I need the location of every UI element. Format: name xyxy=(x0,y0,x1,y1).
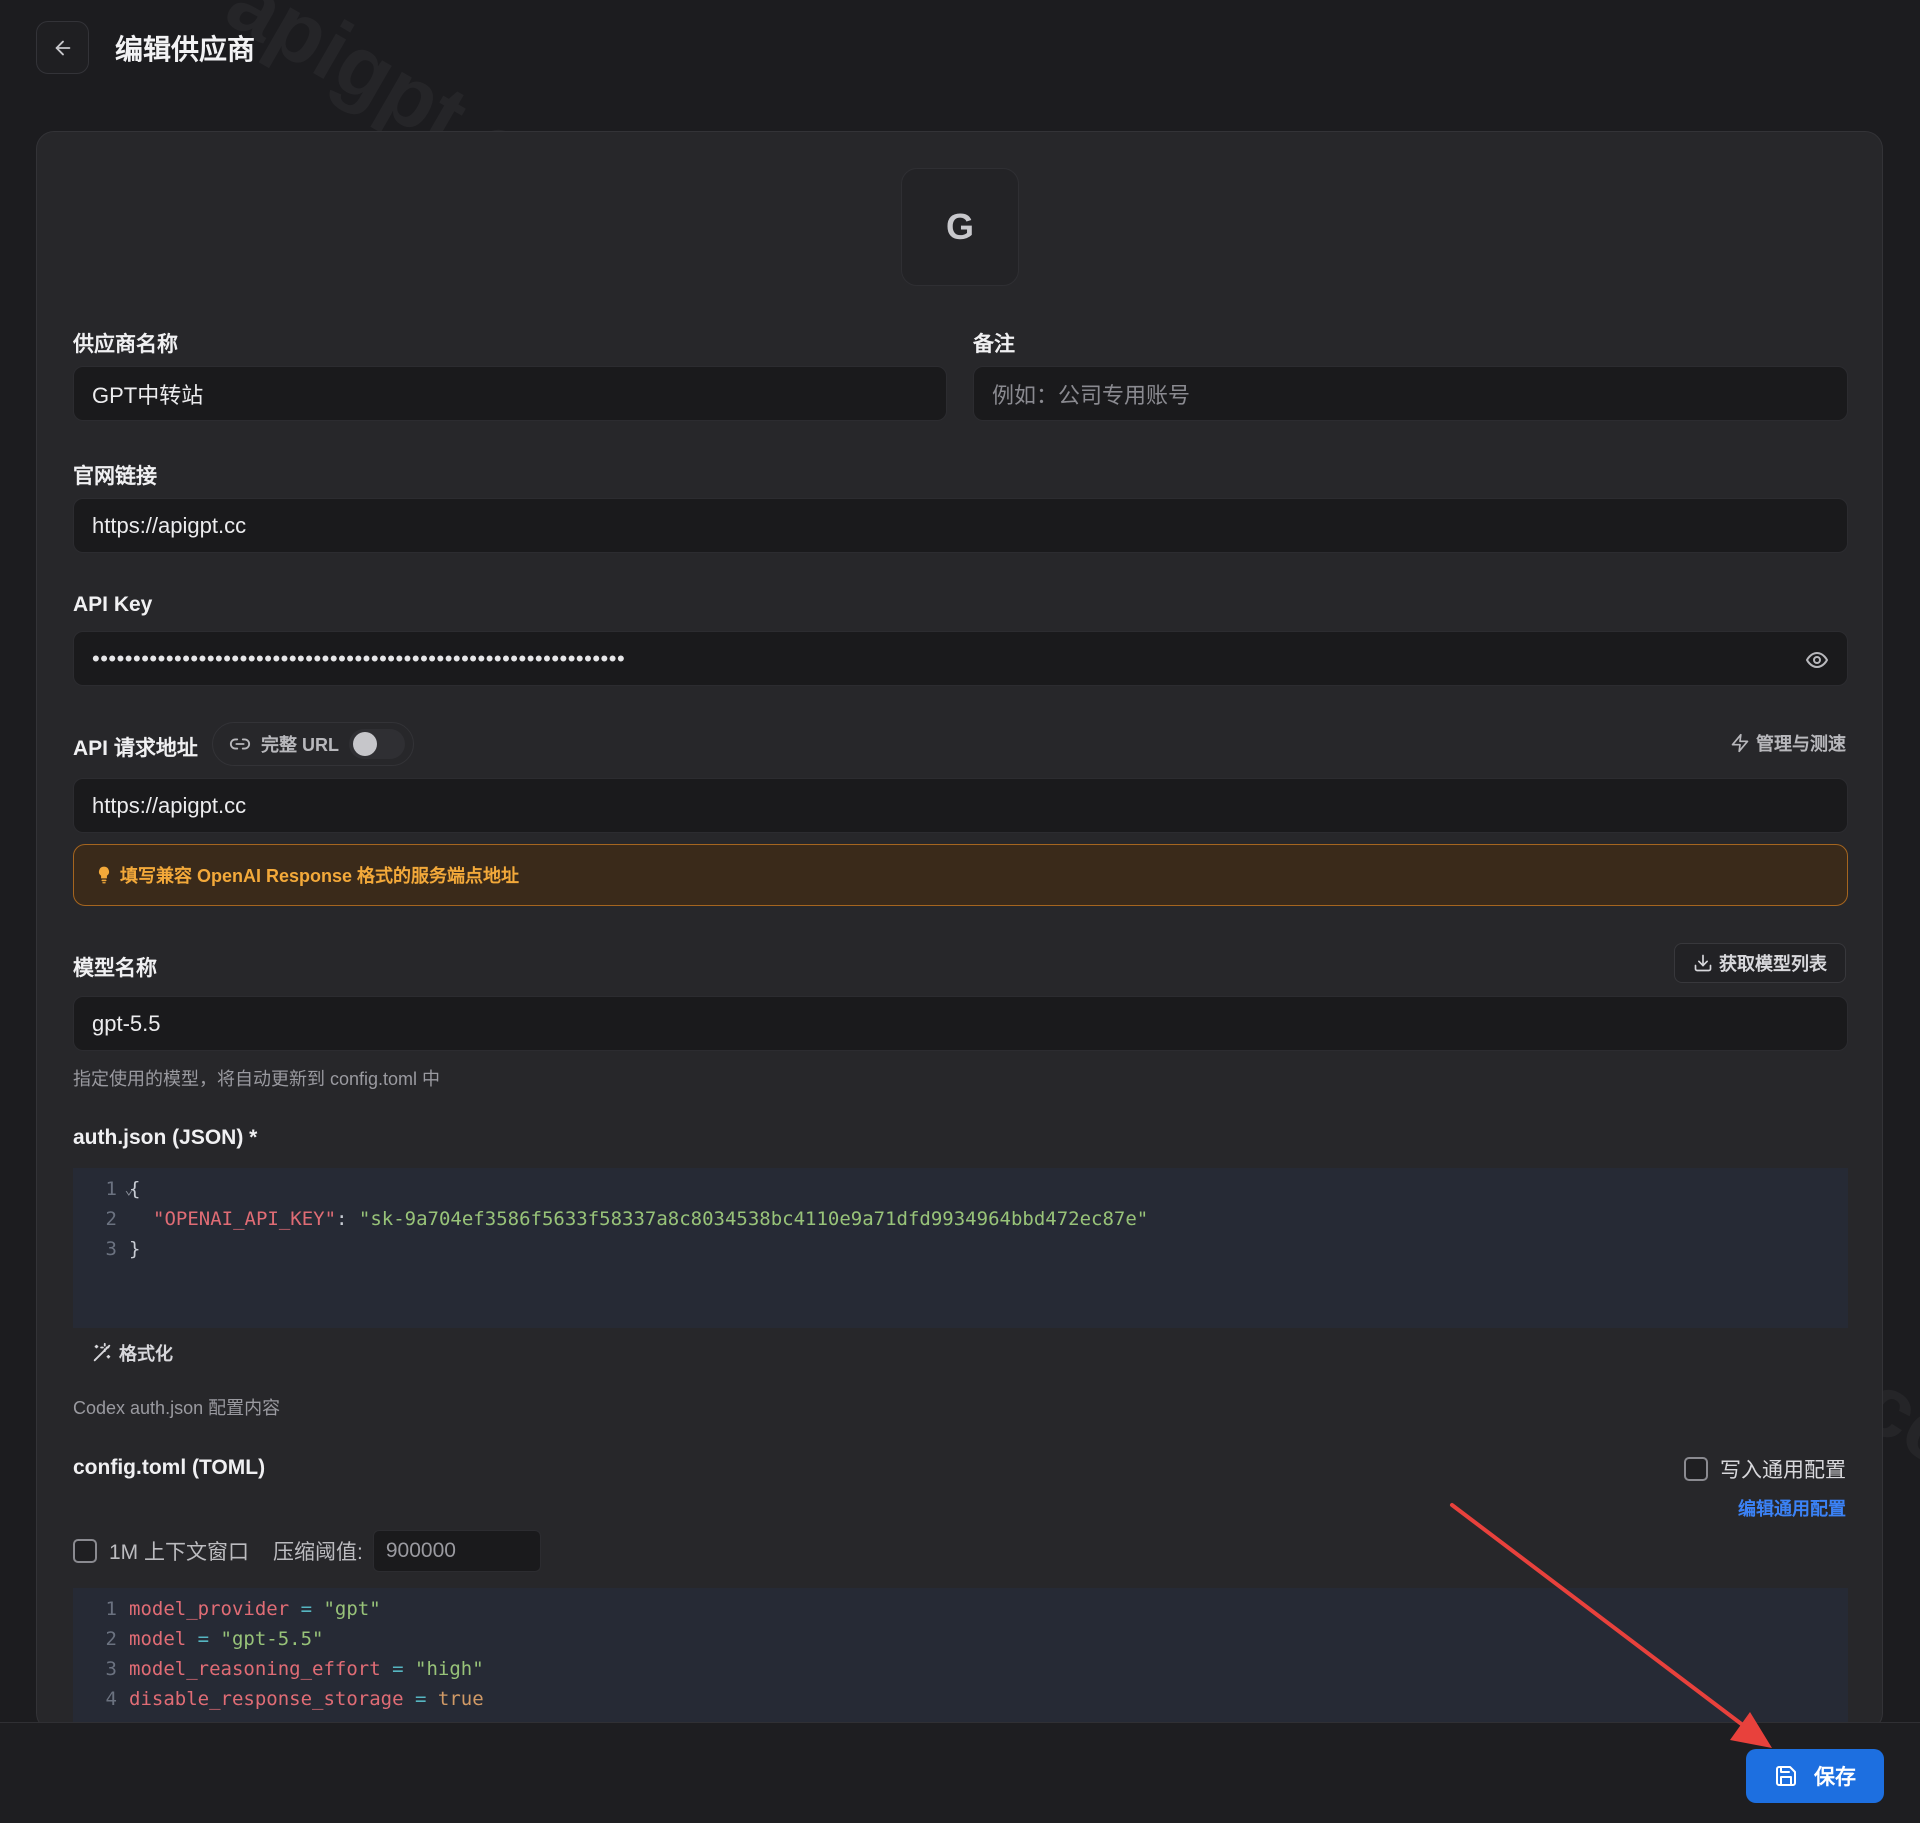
endpoint-hint-text: 填写兼容 OpenAI Response 格式的服务端点地址 xyxy=(120,866,520,886)
model-value: gpt-5.5 xyxy=(92,1010,161,1036)
code-token: "gpt-5.5" xyxy=(220,1628,324,1650)
code-token: "OPENAI_API_KEY" xyxy=(153,1208,337,1230)
note-input[interactable]: 例如：公司专用账号 xyxy=(973,366,1848,421)
threshold-placeholder: 900000 xyxy=(385,1539,456,1562)
edit-common-config-link[interactable]: 编辑通用配置 xyxy=(1738,1495,1846,1521)
provider-avatar[interactable]: G xyxy=(901,168,1019,286)
manage-speedtest-label: 管理与测速 xyxy=(1756,734,1846,754)
line-number: 1 xyxy=(105,1598,117,1620)
code-token: = xyxy=(289,1598,324,1620)
avatar-letter: G xyxy=(945,206,974,247)
config-toml-editor[interactable]: 1 model_provider = "gpt" 2 model = "gpt-… xyxy=(73,1588,1848,1732)
code-token: = xyxy=(380,1658,415,1680)
context-window-label: 1M 上下文窗口 xyxy=(109,1541,250,1564)
api-key-label: API Key xyxy=(73,593,153,616)
context-window-row: 1M 上下文窗口 压缩阈值: 900000 xyxy=(73,1530,541,1572)
code-line: 1 ⌄ { xyxy=(73,1174,1848,1204)
write-common-label: 写入通用配置 xyxy=(1720,1459,1846,1482)
provider-name-value: GPT中转站 xyxy=(92,382,204,408)
write-common-checkbox[interactable] xyxy=(1684,1457,1708,1481)
api-key-masked-value: ••••••••••••••••••••••••••••••••••••••••… xyxy=(92,645,626,671)
full-url-toggle[interactable] xyxy=(349,729,405,759)
code-token: "gpt" xyxy=(323,1598,381,1620)
endpoint-label: API 请求地址 xyxy=(73,737,198,760)
line-number: 4 xyxy=(105,1688,117,1710)
arrow-left-icon xyxy=(55,40,70,55)
fetch-model-list-label: 获取模型列表 xyxy=(1719,954,1827,974)
page-title: 编辑供应商 xyxy=(115,33,256,65)
model-label: 模型名称 xyxy=(73,957,157,980)
fold-chevron-icon[interactable]: ⌄ xyxy=(125,1182,133,1198)
auth-json-help-text: Codex auth.json 配置内容 xyxy=(73,1398,281,1418)
code-token: : xyxy=(336,1208,359,1230)
save-button[interactable]: 保存 xyxy=(1746,1749,1884,1803)
line-number: 2 xyxy=(105,1208,117,1230)
magic-wand-icon xyxy=(93,1342,111,1362)
lightning-icon xyxy=(1731,733,1749,753)
edit-provider-page: apigpt.cc apigpt.cc apigpt.cc apigpt.cc … xyxy=(0,0,1920,1823)
code-token: disable_response_storage xyxy=(129,1688,404,1710)
code-token: model_reasoning_effort xyxy=(129,1658,381,1680)
threshold-input[interactable]: 900000 xyxy=(372,1530,541,1572)
note-label: 备注 xyxy=(973,333,1015,356)
code-line: 4 disable_response_storage = true xyxy=(73,1684,1848,1714)
model-input[interactable]: gpt-5.5 xyxy=(73,996,1848,1051)
api-key-input[interactable]: ••••••••••••••••••••••••••••••••••••••••… xyxy=(73,631,1848,686)
fetch-model-list-button[interactable]: 获取模型列表 xyxy=(1674,943,1846,983)
auth-json-label: auth.json (JSON) * xyxy=(73,1126,258,1149)
full-url-toggle-pill[interactable]: 完整 URL xyxy=(212,722,414,766)
code-token: model xyxy=(129,1628,187,1650)
endpoint-hint: 填写兼容 OpenAI Response 格式的服务端点地址 xyxy=(73,844,1848,906)
code-line: 1 model_provider = "gpt" xyxy=(73,1594,1848,1624)
provider-form-card: G 供应商名称 GPT中转站 备注 例如：公司专用账号 官网链接 https:/… xyxy=(36,131,1883,1732)
code-token: = xyxy=(186,1628,221,1650)
website-value: https://apigpt.cc xyxy=(92,512,247,538)
auth-json-editor[interactable]: 1 ⌄ { 2 "OPENAI_API_KEY": "sk-9a704ef3586… xyxy=(73,1168,1848,1328)
lightbulb-icon xyxy=(94,865,114,885)
code-token: true xyxy=(437,1688,484,1710)
context-window-checkbox[interactable] xyxy=(73,1539,97,1563)
endpoint-value: https://apigpt.cc xyxy=(92,792,247,818)
manage-speedtest-link[interactable]: 管理与测速 xyxy=(1730,730,1846,756)
code-line: 2 model = "gpt-5.5" xyxy=(73,1624,1848,1654)
toggle-knob xyxy=(353,732,377,756)
line-number: 2 xyxy=(105,1628,117,1650)
save-button-label: 保存 xyxy=(1814,1766,1856,1789)
line-number: 3 xyxy=(105,1658,117,1680)
config-toml-label: config.toml (TOML) xyxy=(73,1456,266,1479)
website-input[interactable]: https://apigpt.cc xyxy=(73,498,1848,553)
code-token: = xyxy=(403,1688,438,1710)
full-url-label: 完整 URL xyxy=(261,735,339,755)
code-line: 2 "OPENAI_API_KEY": "sk-9a704ef3586f5633… xyxy=(73,1204,1848,1234)
line-number: 3 xyxy=(105,1238,117,1260)
link-icon xyxy=(229,733,251,755)
code-token: "high" xyxy=(415,1658,484,1680)
download-icon xyxy=(1694,954,1712,972)
code-token: model_provider xyxy=(129,1598,290,1620)
provider-name-label: 供应商名称 xyxy=(73,333,178,356)
note-placeholder: 例如：公司专用账号 xyxy=(992,382,1191,408)
threshold-label: 压缩阈值: xyxy=(273,1541,363,1564)
code-token: "sk-9a704ef3586f5633f58337a8c8034538bc41… xyxy=(358,1208,1149,1230)
back-button[interactable] xyxy=(36,21,89,74)
save-icon xyxy=(1776,1766,1796,1786)
bottom-action-bar: 保存 xyxy=(0,1722,1920,1823)
code-token: } xyxy=(129,1238,141,1260)
website-label: 官网链接 xyxy=(73,465,157,488)
model-help-text: 指定使用的模型，将自动更新到 config.toml 中 xyxy=(73,1069,441,1089)
page-header: 编辑供应商 xyxy=(36,20,255,75)
format-button[interactable]: 格式化 xyxy=(91,1340,173,1366)
endpoint-input[interactable]: https://apigpt.cc xyxy=(73,778,1848,833)
provider-name-input[interactable]: GPT中转站 xyxy=(73,366,947,421)
format-button-label: 格式化 xyxy=(119,1344,173,1364)
eye-icon[interactable] xyxy=(1805,648,1829,678)
write-common-config-option[interactable]: 写入通用配置 xyxy=(1684,1454,1846,1484)
code-line: 3 } xyxy=(73,1234,1848,1264)
code-line: 3 model_reasoning_effort = "high" xyxy=(73,1654,1848,1684)
line-number: 1 ⌄ xyxy=(105,1178,133,1200)
